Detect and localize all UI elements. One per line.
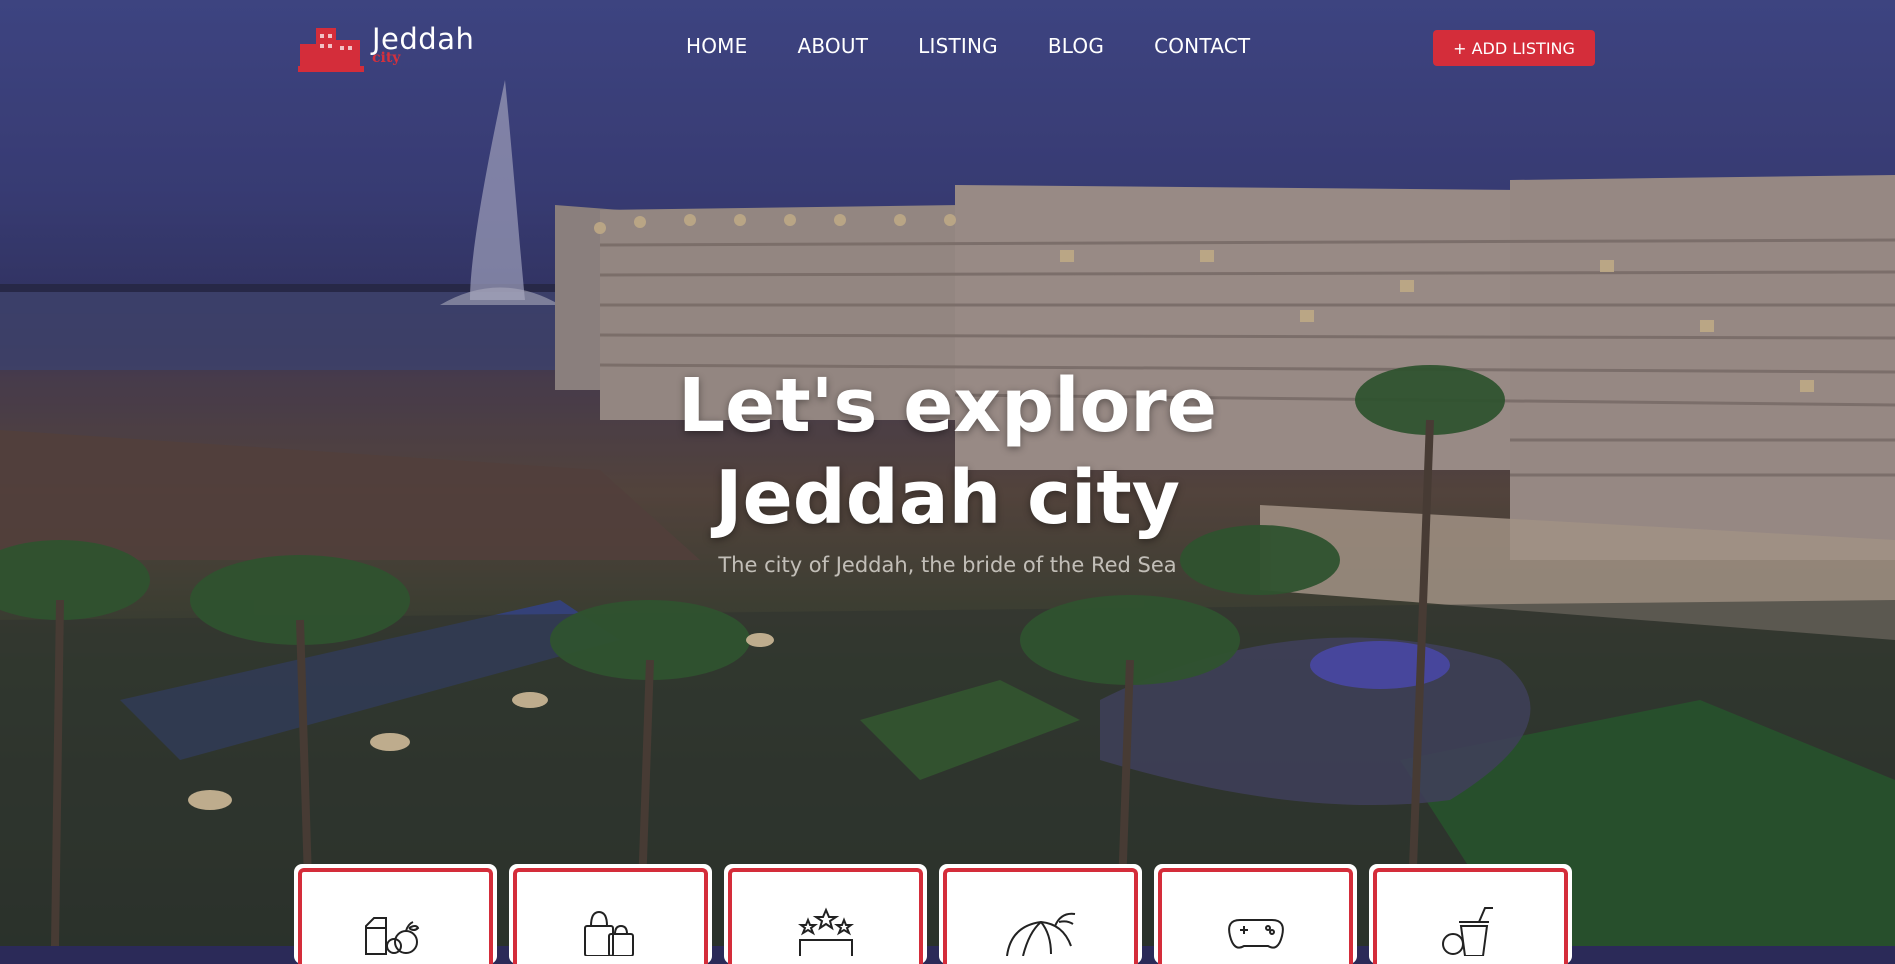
category-card-drinks[interactable] [1369,864,1572,964]
add-listing-button[interactable]: + ADD LISTING [1433,30,1595,66]
main-nav: HOME ABOUT LISTING BLOG CONTACT [686,34,1300,58]
nav-home[interactable]: HOME [686,34,747,58]
category-card-food[interactable] [294,864,497,964]
category-cards [294,864,1584,964]
nav-blog[interactable]: BLOG [1048,34,1104,58]
hotel-icon [797,907,854,956]
gaming-icon [1227,919,1284,949]
site-logo[interactable]: Jeddah city [298,22,488,76]
logo-sub: city [372,50,401,66]
category-card-beach[interactable] [939,864,1142,964]
logo-building-icon [298,28,364,72]
hero-subtitle: The city of Jeddah, the bride of the Red… [718,553,1177,577]
hero-title-line-1: Let's explore [678,363,1217,449]
shopping-icon [583,910,634,956]
category-card-shopping[interactable] [509,864,712,964]
category-card-hotels[interactable] [724,864,927,964]
food-icon [364,917,419,955]
drinks-icon [1441,907,1493,956]
beach-icon [1005,912,1075,956]
hero-title: Let's explore Jeddah city [540,360,1355,544]
nav-listing[interactable]: LISTING [918,34,998,58]
category-card-gaming[interactable] [1154,864,1357,964]
nav-about[interactable]: ABOUT [797,34,868,58]
nav-contact[interactable]: CONTACT [1154,34,1250,58]
hero-title-line-2: Jeddah city [715,455,1180,541]
